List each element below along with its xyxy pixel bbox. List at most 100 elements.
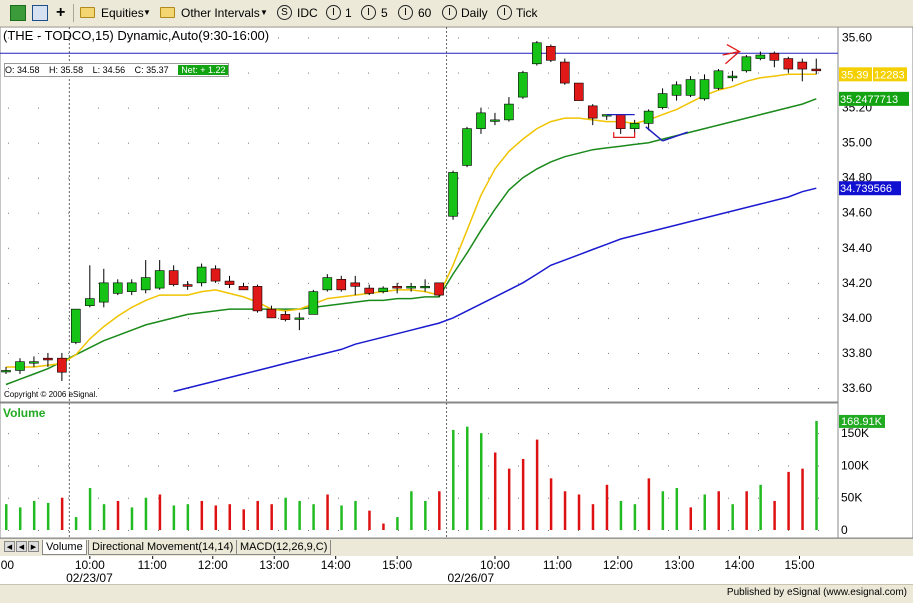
- grid-dot: [518, 107, 519, 109]
- grid-dot: [668, 282, 669, 284]
- interval-60[interactable]: 60: [418, 4, 431, 22]
- day-divider: [68, 139, 70, 141]
- candle-body: [210, 268, 221, 282]
- grid-dot: [458, 317, 459, 319]
- grid-dot: [758, 247, 759, 249]
- chart-icon[interactable]: [10, 5, 26, 21]
- day-divider: [68, 115, 70, 117]
- grid-dot: [728, 247, 729, 249]
- candle-body: [294, 317, 305, 320]
- interval-i-icon[interactable]: I: [326, 5, 341, 20]
- volume-bar: [284, 497, 287, 530]
- chevron-down-icon[interactable]: ▼: [260, 4, 268, 22]
- day-divider: [446, 419, 448, 421]
- volume-bar: [424, 500, 427, 530]
- day-divider: [446, 371, 448, 373]
- day-divider: [446, 347, 448, 349]
- candle-body: [671, 84, 682, 96]
- candle-body: [392, 286, 402, 289]
- day-divider: [68, 247, 70, 249]
- print-icon[interactable]: [32, 5, 48, 21]
- interval-1[interactable]: 1: [345, 4, 352, 22]
- indicator-tabs: ◀ ◀ ▶ Volume Directional Movement(14,14)…: [0, 538, 913, 556]
- interval-5[interactable]: 5: [381, 4, 388, 22]
- grid-dot: [458, 142, 459, 144]
- grid-dot: [8, 387, 9, 389]
- day-divider: [68, 267, 70, 269]
- grid-dot: [368, 387, 369, 389]
- day-divider: [68, 535, 70, 537]
- candle-body: [252, 286, 263, 312]
- day-divider: [446, 239, 448, 241]
- grid-dot: [368, 282, 369, 284]
- volume-bar: [144, 497, 148, 530]
- day-divider: [68, 119, 70, 121]
- plus-icon[interactable]: +: [56, 4, 65, 22]
- day-divider: [446, 403, 448, 405]
- day-divider: [446, 199, 448, 201]
- day-divider: [68, 435, 70, 437]
- other-intervals-dropdown[interactable]: Other Intervals: [181, 4, 260, 22]
- interval-i-icon[interactable]: I: [442, 5, 457, 20]
- next-icon[interactable]: ▶: [28, 541, 39, 552]
- volume-bar: [228, 504, 232, 530]
- candle-body: [504, 103, 514, 121]
- day-divider: [446, 251, 448, 253]
- day-divider: [68, 443, 70, 445]
- day-divider: [446, 519, 448, 521]
- tab-directional-movement[interactable]: Directional Movement(14,14): [88, 540, 238, 555]
- time-tick-label: 12:00: [198, 558, 228, 572]
- grid-dot: [518, 387, 519, 389]
- grid-dot: [818, 247, 819, 249]
- price-label-green: 35.2477713: [840, 94, 898, 106]
- time-tick-label: 13:00: [664, 558, 694, 572]
- grid-dot: [308, 212, 309, 214]
- first-icon[interactable]: ◀: [4, 541, 15, 552]
- grid-dot: [518, 530, 519, 531]
- interval-i-icon[interactable]: I: [497, 5, 512, 20]
- grid-dot: [248, 282, 249, 284]
- grid-dot: [368, 107, 369, 109]
- grid-dot: [488, 530, 489, 531]
- interval-idc[interactable]: IDC: [297, 4, 318, 22]
- day-divider: [446, 63, 448, 65]
- candle-body: [85, 298, 95, 306]
- interval-i-icon[interactable]: I: [361, 5, 376, 20]
- grid-dot: [98, 317, 99, 319]
- volume-bar: [88, 488, 92, 530]
- grid-dot: [8, 433, 9, 435]
- tab-volume[interactable]: Volume: [42, 540, 87, 555]
- grid-dot: [548, 530, 549, 531]
- grid-dot: [488, 352, 489, 354]
- candle-body: [378, 287, 388, 292]
- volume-label: Volume: [3, 406, 46, 420]
- day-divider: [68, 323, 70, 325]
- equities-dropdown[interactable]: Equities: [101, 4, 144, 22]
- grid-dot: [218, 212, 219, 214]
- grid-dot: [158, 465, 159, 467]
- interval-s-icon[interactable]: S: [277, 5, 292, 20]
- grid-dot: [758, 497, 759, 499]
- grid-dot: [638, 497, 639, 499]
- interval-daily[interactable]: Daily: [461, 4, 488, 22]
- grid-dot: [458, 212, 459, 214]
- prev-icon[interactable]: ◀: [16, 541, 27, 552]
- day-divider: [68, 483, 70, 485]
- copyright-text: Copyright © 2006 eSignal.: [4, 390, 98, 399]
- volume-bar: [633, 504, 637, 530]
- grid-dot: [8, 282, 9, 284]
- day-divider: [446, 119, 448, 121]
- interval-tick[interactable]: Tick: [516, 4, 538, 22]
- interval-i-icon[interactable]: I: [398, 5, 413, 20]
- volume-bar: [521, 458, 525, 530]
- volume-bar: [46, 502, 50, 530]
- tab-macd[interactable]: MACD(12,26,9,C): [236, 540, 332, 555]
- grid-dot: [518, 497, 519, 499]
- grid-dot: [338, 37, 339, 39]
- chevron-down-icon[interactable]: ▼: [143, 4, 151, 22]
- grid-dot: [608, 317, 609, 319]
- day-divider: [68, 463, 70, 465]
- grid-dot: [518, 317, 519, 319]
- day-divider: [446, 503, 448, 505]
- day-divider: [68, 219, 70, 221]
